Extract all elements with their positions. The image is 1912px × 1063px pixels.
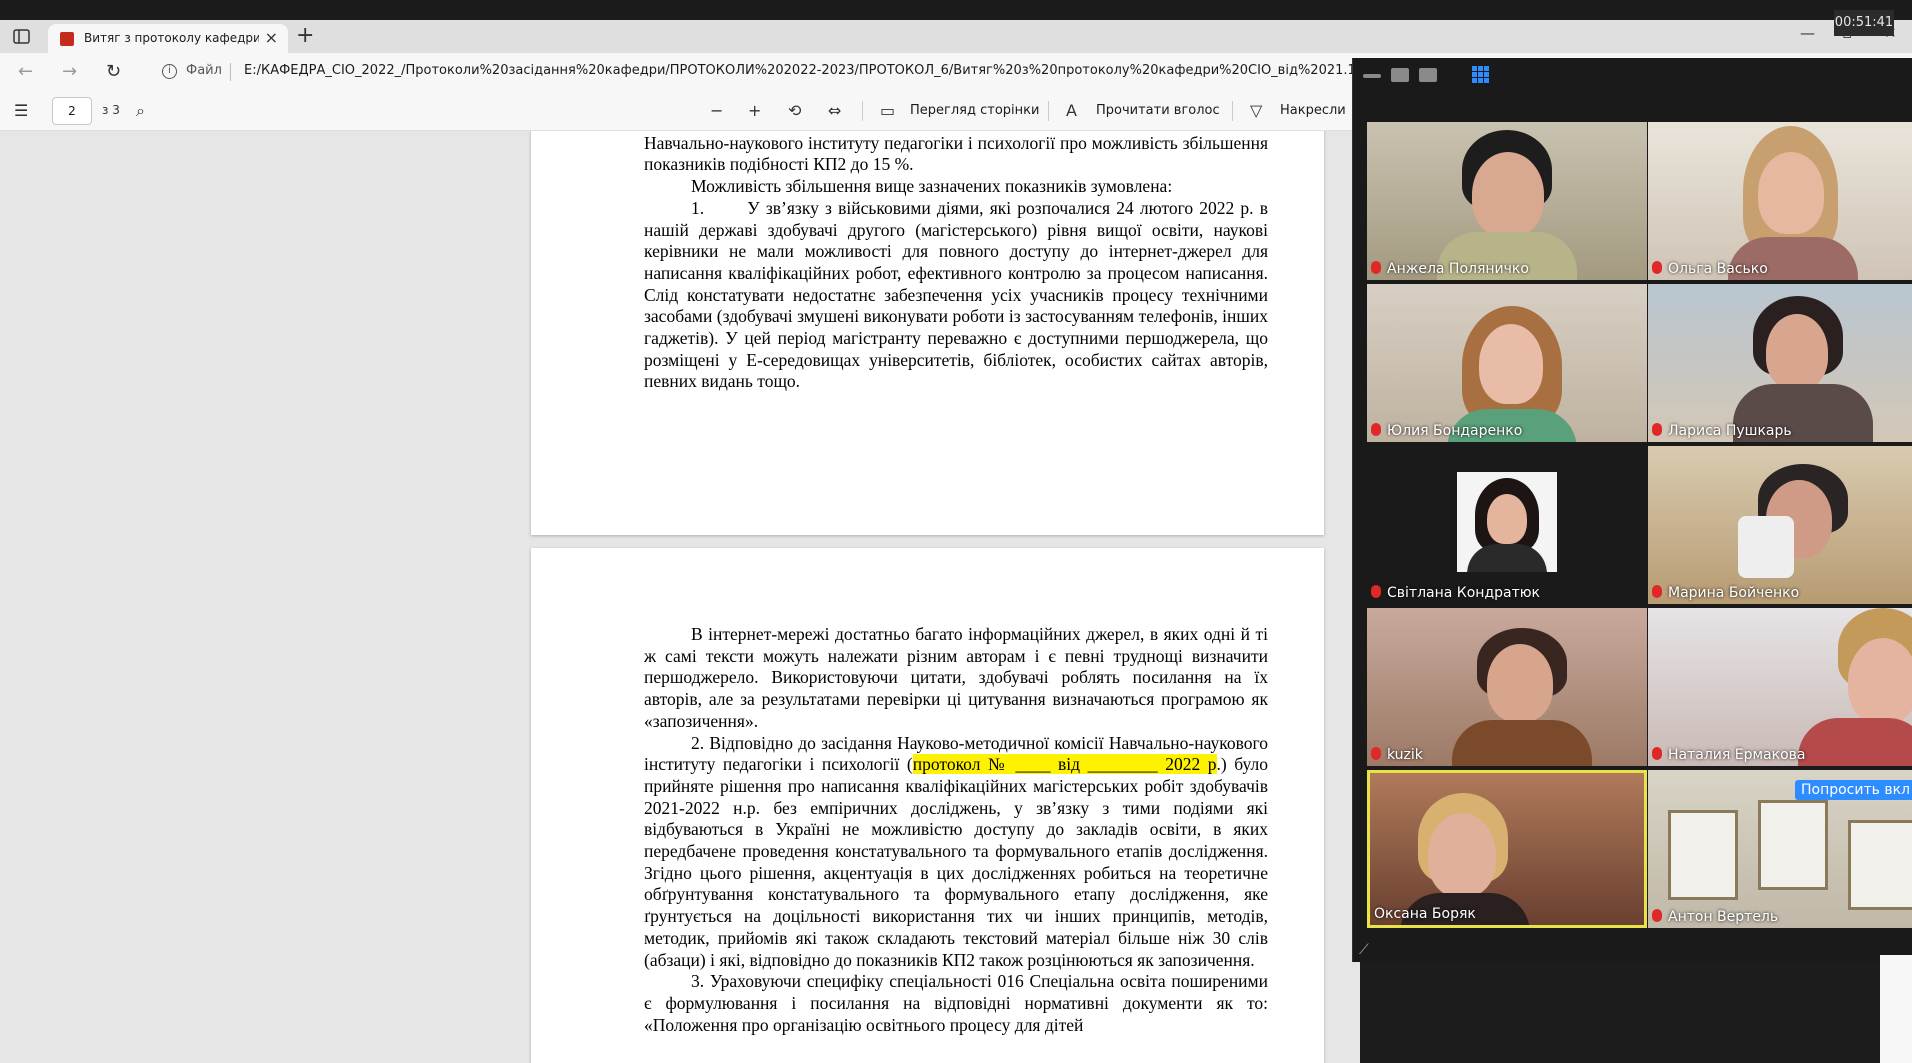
mic-muted-icon (1652, 747, 1662, 760)
mic-muted-icon (1371, 261, 1381, 274)
new-tab-icon[interactable]: + (296, 23, 314, 48)
gallery-view-icon[interactable] (1472, 66, 1490, 84)
pdf-viewer[interactable]: кафедри було прийнято рішення клопотати … (0, 131, 1360, 1063)
zoom-out-icon[interactable]: − (710, 101, 723, 120)
gallery-toolbar (1353, 58, 1912, 118)
participant-name: kuzik (1371, 747, 1423, 763)
participant-name: Антон Вертель (1652, 909, 1778, 925)
mic-muted-icon (1371, 585, 1381, 598)
title-bar (0, 0, 1912, 20)
participant-video-tile[interactable]: Анжела Поляничко (1367, 122, 1647, 280)
participant-video-tile[interactable]: Ольга Васько (1648, 122, 1912, 280)
highlighted-text: протокол № ____ від ________ 2022 р (912, 754, 1217, 775)
divider (230, 63, 231, 81)
avatar (1457, 472, 1557, 572)
participant-video-tile[interactable]: Попросить вкл Антон Вертель (1648, 770, 1912, 928)
participant-video-tile[interactable]: Лариса Пушкарь (1648, 284, 1912, 442)
page-number-input[interactable]: 2 (52, 97, 92, 125)
tab-title: Витяг з протоколу кафедри СІО (84, 31, 259, 45)
file-scheme-label: Файл (186, 63, 222, 78)
participant-video-tile[interactable]: kuzik (1367, 608, 1647, 766)
pdf-page-2: В інтернет-мережі достатньо багато інфор… (531, 548, 1324, 1063)
mic-muted-icon (1371, 747, 1381, 760)
paragraph: 3. Ураховуючи специфіку спеціальності 01… (644, 971, 1268, 1035)
page-view-button[interactable]: Перегляд сторінки (910, 103, 1039, 118)
url-field[interactable]: E:/КАФЕДРА_СІО_2022_/Протоколи%20засідан… (244, 63, 1354, 78)
tab-bar: Витяг з протоколу кафедри СІО × + — ▫ ✕ (0, 20, 1912, 53)
mic-muted-icon (1652, 261, 1662, 274)
tab-pdf-document[interactable]: Витяг з протоколу кафедри СІО × (48, 24, 288, 53)
pdf-toolbar: ☰ 2 з 3 ⌕ − + ⟲ ⇔ ▭ Перегляд сторінки A … (0, 91, 1360, 131)
search-icon[interactable]: ⌕ (136, 101, 145, 121)
info-icon[interactable]: i (162, 64, 177, 79)
pdf-file-icon (60, 32, 74, 46)
participant-name: Анжела Поляничко (1371, 261, 1529, 277)
participant-name: Наталия Ермакова (1652, 747, 1805, 763)
browser-sidebar (1880, 955, 1912, 1063)
page-text: кафедри було прийнято рішення клопотати … (644, 131, 1268, 393)
mic-muted-icon (1371, 423, 1381, 436)
participant-avatar-tile[interactable]: Світлана Кондратюк (1367, 446, 1647, 604)
mic-muted-icon (1652, 909, 1662, 922)
divider (1232, 101, 1233, 121)
minimize-video-icon[interactable] (1363, 74, 1381, 78)
rotate-icon[interactable]: ⟲ (788, 101, 801, 120)
forward-icon[interactable]: → (62, 61, 77, 82)
participant-name: Марина Бойченко (1652, 585, 1799, 601)
participant-name: Юлия Бондаренко (1371, 423, 1522, 439)
page-view-icon[interactable]: ▭ (880, 101, 895, 120)
page-count: з 3 (102, 103, 120, 117)
participant-video-tile[interactable]: Наталия Ермакова (1648, 608, 1912, 766)
paragraph-text: .) було прийняте рішення про написання к… (644, 754, 1268, 970)
read-aloud-button[interactable]: Прочитати вголос (1096, 103, 1220, 118)
paragraph: Можливість збільшення вище зазначених по… (691, 176, 1173, 197)
draw-button[interactable]: Накресли (1280, 103, 1346, 118)
resize-handle-icon[interactable]: ⟋ (1359, 942, 1369, 958)
draw-icon[interactable]: ▽ (1250, 101, 1262, 120)
paragraph: В інтернет-мережі достатньо багато інфор… (644, 624, 1268, 731)
close-icon[interactable]: × (265, 28, 278, 47)
reload-icon[interactable]: ↻ (106, 61, 121, 82)
participant-name: Світлана Кондратюк (1371, 585, 1540, 601)
page-text: В інтернет-мережі достатньо багато інфор… (644, 624, 1268, 1036)
fit-width-icon[interactable]: ⇔ (828, 101, 841, 120)
speaker-view-icon[interactable] (1391, 68, 1409, 82)
divider (862, 101, 863, 121)
participant-name: Оксана Боряк (1374, 906, 1476, 922)
ask-to-unmute-button[interactable]: Попросить вкл (1794, 780, 1912, 800)
divider (1048, 101, 1049, 121)
participant-name: Лариса Пушкарь (1652, 423, 1792, 439)
participant-video-tile[interactable]: Юлия Бондаренко (1367, 284, 1647, 442)
mic-muted-icon (1652, 423, 1662, 436)
participant-video-tile[interactable]: Марина Бойченко (1648, 446, 1912, 604)
recording-timer: 00:51:41 (1834, 10, 1894, 36)
participant-name: Ольга Васько (1652, 261, 1768, 277)
tab-actions-icon[interactable] (12, 28, 32, 46)
minimize-icon[interactable]: — (1800, 24, 1815, 42)
strip-view-icon[interactable] (1419, 68, 1437, 82)
back-icon[interactable]: ← (18, 61, 33, 82)
paragraph: 1. У зв’язку з військовими діями, які ро… (644, 197, 1268, 392)
read-aloud-icon[interactable]: A (1066, 101, 1077, 120)
contents-list-icon[interactable]: ☰ (14, 101, 28, 120)
paragraph: кафедри було прийнято рішення клопотати … (644, 132, 1268, 175)
zoom-gallery-window[interactable]: Анжела Поляничко Ольга Васько Юлия Бонда… (1352, 58, 1912, 962)
paragraph: 2. Відповідно до засідання Науково-метод… (644, 733, 1268, 972)
mic-muted-icon (1652, 585, 1662, 598)
pdf-page-1: кафедри було прийнято рішення клопотати … (531, 131, 1324, 535)
zoom-in-icon[interactable]: + (748, 101, 761, 120)
participant-video-tile-active-speaker[interactable]: Оксана Боряк (1367, 770, 1647, 928)
